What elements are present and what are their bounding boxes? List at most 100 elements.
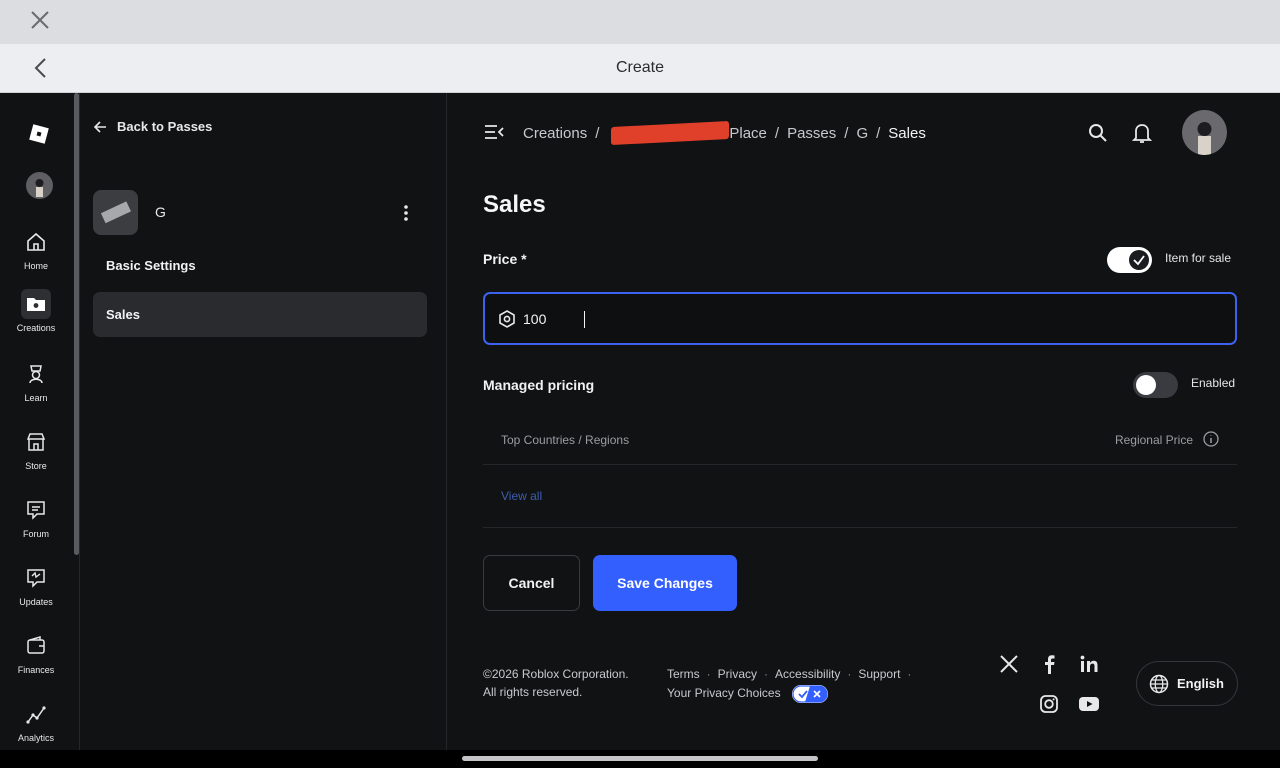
home-gesture-handle[interactable] [462, 756, 818, 761]
robux-icon [499, 310, 515, 328]
pass-panel: Back to Passes G Basic Settings Sales [81, 93, 447, 750]
system-gesture-bar [0, 750, 1280, 768]
breadcrumb: Creations / Place / Passes / G / Sales [523, 120, 926, 146]
nav-item-label: Home [23, 261, 48, 271]
footer-link-terms[interactable]: Terms [667, 667, 700, 681]
text-caret [584, 311, 585, 328]
breadcrumb-separator: / [595, 124, 600, 142]
footer-links: Terms · Privacy · Accessibility · Support · [667, 667, 918, 681]
breadcrumb-separator: / [876, 124, 881, 142]
privacy-choices-icon[interactable] [791, 685, 828, 703]
pass-thumbnail [93, 190, 138, 235]
divider [483, 527, 1237, 528]
youtube-icon[interactable] [1078, 693, 1100, 715]
linkedin-icon[interactable] [1078, 653, 1100, 675]
avatar[interactable] [26, 172, 53, 199]
footer-link-accessibility[interactable]: Accessibility [775, 667, 840, 681]
instagram-icon[interactable] [1038, 693, 1060, 715]
nav-scrollbar[interactable] [74, 93, 79, 555]
separator-dot: · [907, 667, 912, 681]
privacy-choices-row: Your Privacy Choices [667, 685, 828, 703]
nav-item-label: Forum [22, 529, 49, 539]
toggle-knob [1136, 375, 1156, 395]
breadcrumb-creations[interactable]: Creations [523, 125, 587, 142]
header-bar: Create [0, 44, 1280, 93]
managed-pricing-toggle[interactable] [1133, 372, 1178, 398]
check-icon [1133, 255, 1145, 266]
globe-icon [1149, 674, 1169, 693]
close-icon[interactable] [28, 8, 52, 32]
pass-thumbnail-icon [100, 201, 131, 224]
nav-rail: Home Creations Learn Store Forum Updates… [0, 93, 80, 750]
collapse-menu-icon[interactable] [484, 123, 504, 141]
save-changes-button[interactable]: Save Changes [593, 555, 737, 611]
more-options-icon[interactable] [399, 203, 413, 223]
main-content: Creations / Place / Passes / G / Sales S… [448, 93, 1280, 750]
breadcrumb-place[interactable]: Place [729, 125, 767, 142]
separator-dot: · [764, 667, 769, 681]
separator-dot: · [706, 667, 711, 681]
language-label: English [1177, 676, 1224, 691]
price-label: Price * [483, 251, 527, 267]
menu-item-sales[interactable]: Sales [93, 292, 427, 337]
item-for-sale-toggle[interactable] [1107, 247, 1152, 273]
breadcrumb-passes[interactable]: Passes [787, 125, 836, 142]
user-avatar[interactable] [1182, 110, 1227, 155]
view-all-link[interactable]: View all [501, 489, 542, 503]
column-regional-price: Regional Price [1114, 433, 1193, 447]
regional-table-header: Top Countries / Regions Regional Price [483, 418, 1237, 465]
nav-item-forum[interactable]: Forum [0, 495, 72, 539]
back-to-passes-label: Back to Passes [117, 119, 213, 134]
nav-item-learn[interactable]: Learn [0, 359, 72, 403]
roblox-logo-icon[interactable] [28, 123, 50, 145]
nav-item-label: Learn [24, 393, 48, 403]
home-icon [27, 232, 45, 251]
window-bar [0, 0, 1280, 44]
header-title: Create [615, 59, 665, 76]
learn-icon [29, 365, 43, 384]
toggle-knob [1129, 250, 1149, 270]
search-icon[interactable] [1088, 123, 1108, 143]
facebook-icon[interactable] [1038, 653, 1060, 675]
footer-link-support[interactable]: Support [858, 667, 900, 681]
bell-icon[interactable] [1132, 122, 1152, 144]
updates-icon [27, 569, 45, 588]
breadcrumb-separator: / [844, 124, 849, 142]
nav-item-home[interactable]: Home [0, 227, 72, 271]
breadcrumb-pass[interactable]: G [856, 125, 868, 142]
privacy-choices-link[interactable]: Your Privacy Choices [667, 686, 781, 700]
copyright-line-2: All rights reserved. [483, 685, 583, 699]
nav-item-label: Analytics [17, 733, 54, 743]
page-title: Sales [483, 191, 546, 218]
cancel-button[interactable]: Cancel [483, 555, 580, 611]
nav-item-label: Updates [19, 597, 53, 607]
language-selector-button[interactable]: English [1136, 661, 1238, 706]
nav-item-analytics[interactable]: Analytics [0, 699, 72, 743]
copyright-line-1: ©2026 Roblox Corporation. [483, 667, 629, 681]
separator-dot: · [847, 667, 852, 681]
footer-link-privacy[interactable]: Privacy [718, 667, 757, 681]
store-icon [26, 433, 46, 451]
enabled-label: Enabled [1191, 376, 1236, 390]
column-top-countries: Top Countries / Regions [501, 433, 630, 447]
avatar-figure-icon [35, 179, 44, 197]
nav-item-store[interactable]: Store [0, 427, 72, 471]
app: Home Creations Learn Store Forum Updates… [0, 93, 1280, 750]
nav-item-label: Finances [17, 665, 55, 675]
pass-name: G [155, 204, 166, 220]
price-input-box[interactable] [483, 292, 1237, 345]
forum-icon [27, 501, 45, 520]
back-to-passes-link[interactable]: Back to Passes [93, 119, 212, 134]
nav-item-updates[interactable]: Updates [0, 563, 72, 607]
menu-item-basic-settings[interactable]: Basic Settings [93, 243, 427, 288]
info-icon[interactable] [1203, 431, 1219, 447]
price-input[interactable] [523, 306, 923, 332]
wallet-icon [27, 635, 45, 654]
arrow-left-icon [93, 120, 106, 133]
nav-item-finances[interactable]: Finances [0, 631, 72, 675]
managed-pricing-label: Managed pricing [483, 377, 595, 393]
avatar-figure-icon [1197, 122, 1212, 155]
x-twitter-icon[interactable] [998, 653, 1020, 675]
nav-item-creations[interactable]: Creations [0, 289, 72, 333]
nav-item-label: Creations [16, 323, 56, 333]
